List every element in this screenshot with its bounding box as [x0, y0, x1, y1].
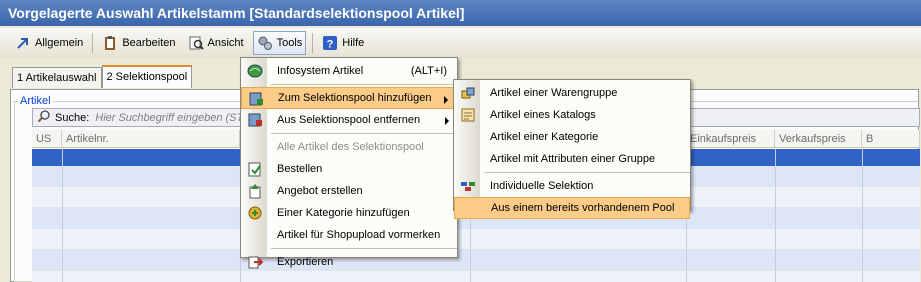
- menu-item-zum-selektionspool[interactable]: Zum Selektionspool hinzufügen: [241, 87, 457, 109]
- menu-item-exportieren[interactable]: Exportieren: [241, 251, 457, 273]
- col-b[interactable]: B: [862, 130, 920, 148]
- menu-item-label: Einer Kategorie hinzufügen: [277, 207, 410, 219]
- menu-separator: [271, 248, 457, 249]
- menu-hilfe[interactable]: ? Hilfe: [319, 31, 367, 55]
- menu-ansicht-label: Ansicht: [207, 37, 244, 49]
- search-input[interactable]: Hier Suchbegriff eingeben (ST: [95, 112, 243, 124]
- menu-separator: [271, 84, 457, 85]
- add-pool-icon: [248, 91, 264, 107]
- table-row[interactable]: [32, 271, 920, 282]
- tab-artikelauswahl[interactable]: 1 Artikelauswahl: [12, 67, 102, 88]
- submenu-item-label: Aus einem bereits vorhandenem Pool: [491, 202, 675, 214]
- export-icon: [247, 254, 264, 270]
- submenu-item-label: Artikel einer Warengruppe: [490, 87, 618, 99]
- submenu-item-label: Individuelle Selektion: [490, 180, 594, 192]
- tools-menu: Infosystem Artikel (ALT+I) Zum Selektion…: [240, 57, 458, 269]
- submenu-item-katalog[interactable]: Artikel eines Katalogs: [454, 104, 690, 126]
- col-us[interactable]: US: [32, 130, 62, 148]
- category-icon: [247, 205, 263, 221]
- col-einkaufspreis[interactable]: Einkaufspreis: [686, 130, 775, 148]
- menu-separator: [484, 172, 690, 173]
- menu-allgemein[interactable]: Allgemein: [12, 31, 86, 55]
- submenu-item-vorhandener-pool[interactable]: Aus einem bereits vorhandenem Pool: [454, 197, 690, 219]
- toolbar: Allgemein Bearbeiten Ansicht Tools ? Hil…: [0, 28, 921, 58]
- search-icon: [37, 109, 51, 126]
- menu-bearbeiten-label: Bearbeiten: [122, 37, 176, 49]
- table-row[interactable]: [32, 229, 920, 250]
- arrow-icon: [15, 35, 31, 51]
- menu-item-infosystem[interactable]: Infosystem Artikel (ALT+I): [241, 60, 457, 82]
- submenu-item-warengruppe[interactable]: Artikel einer Warengruppe: [454, 82, 690, 104]
- menu-tools[interactable]: Tools: [252, 31, 307, 55]
- menu-item-shopupload[interactable]: Artikel für Shopupload vormerken: [241, 224, 457, 246]
- menu-item-alle-artikel[interactable]: Alle Artikel des Selektionspool: [241, 136, 457, 158]
- view-icon: [188, 35, 204, 51]
- help-icon: ?: [322, 35, 338, 51]
- menu-item-bestellen[interactable]: Bestellen: [241, 158, 457, 180]
- menu-allgemein-label: Allgemein: [35, 37, 84, 49]
- menu-item-label: Infosystem Artikel: [277, 65, 364, 77]
- submenu-arrow-icon: [444, 96, 448, 104]
- menu-item-label: Angebot erstellen: [277, 185, 363, 197]
- group-label: Artikel: [18, 95, 53, 107]
- menu-separator: [271, 133, 457, 134]
- submenu-item-label: Artikel mit Attributen einer Gruppe: [490, 153, 656, 165]
- tab-selektionspool[interactable]: 2 Selektionspool: [101, 65, 193, 88]
- col-artikelnr[interactable]: Artikelnr.: [62, 130, 240, 148]
- svg-text:?: ?: [327, 39, 334, 51]
- submenu-arrow-icon: [445, 117, 449, 125]
- menu-item-label: Alle Artikel des Selektionspool: [277, 141, 424, 153]
- submenu-selektionspool: Artikel einer Warengruppe Artikel eines …: [453, 79, 691, 219]
- clipboard-icon: [102, 35, 118, 51]
- remove-pool-icon: [247, 112, 263, 128]
- shortcut-label: (ALT+I): [410, 65, 447, 77]
- group-icon: [460, 85, 476, 101]
- submenu-item-label: Artikel eines Katalogs: [490, 109, 596, 121]
- submenu-item-kategorie[interactable]: Artikel einer Kategorie: [454, 126, 690, 148]
- tools-icon: [257, 35, 273, 51]
- submenu-item-attribute[interactable]: Artikel mit Attributen einer Gruppe: [454, 148, 690, 170]
- catalog-icon: [460, 107, 476, 123]
- menu-item-kategorie[interactable]: Einer Kategorie hinzufügen: [241, 202, 457, 224]
- search-label: Suche:: [55, 111, 90, 124]
- window-title: Vorgelagerte Auswahl Artikelstamm [Stand…: [0, 0, 921, 26]
- menu-item-label: Artikel für Shopupload vormerken: [277, 229, 441, 241]
- toolbar-separator: [312, 33, 314, 53]
- menu-bearbeiten[interactable]: Bearbeiten: [99, 31, 178, 55]
- menu-item-label: Zum Selektionspool hinzufügen: [278, 92, 432, 104]
- menu-item-label: Bestellen: [277, 163, 323, 175]
- selection-icon: [460, 178, 476, 194]
- menu-tools-label: Tools: [276, 37, 303, 49]
- menu-ansicht[interactable]: Ansicht: [185, 31, 247, 55]
- offer-icon: [247, 183, 263, 199]
- order-icon: [247, 161, 263, 177]
- menu-item-aus-selektionspool[interactable]: Aus Selektionspool entfernen: [241, 109, 457, 131]
- menu-item-angebot[interactable]: Angebot erstellen: [241, 180, 457, 202]
- submenu-item-label: Artikel einer Kategorie: [490, 131, 599, 143]
- menu-item-label: Exportieren: [277, 256, 334, 268]
- toolbar-separator: [92, 33, 94, 53]
- table-row[interactable]: [32, 250, 920, 271]
- menu-hilfe-label: Hilfe: [342, 37, 365, 49]
- col-verkaufspreis[interactable]: Verkaufspreis: [775, 130, 862, 148]
- globe-icon: [247, 63, 263, 79]
- menu-item-label: Aus Selektionspool entfernen: [277, 114, 421, 126]
- tab-strip: 1 Artikelauswahl 2 Selektionspool: [12, 65, 193, 89]
- submenu-item-individuell[interactable]: Individuelle Selektion: [454, 175, 690, 197]
